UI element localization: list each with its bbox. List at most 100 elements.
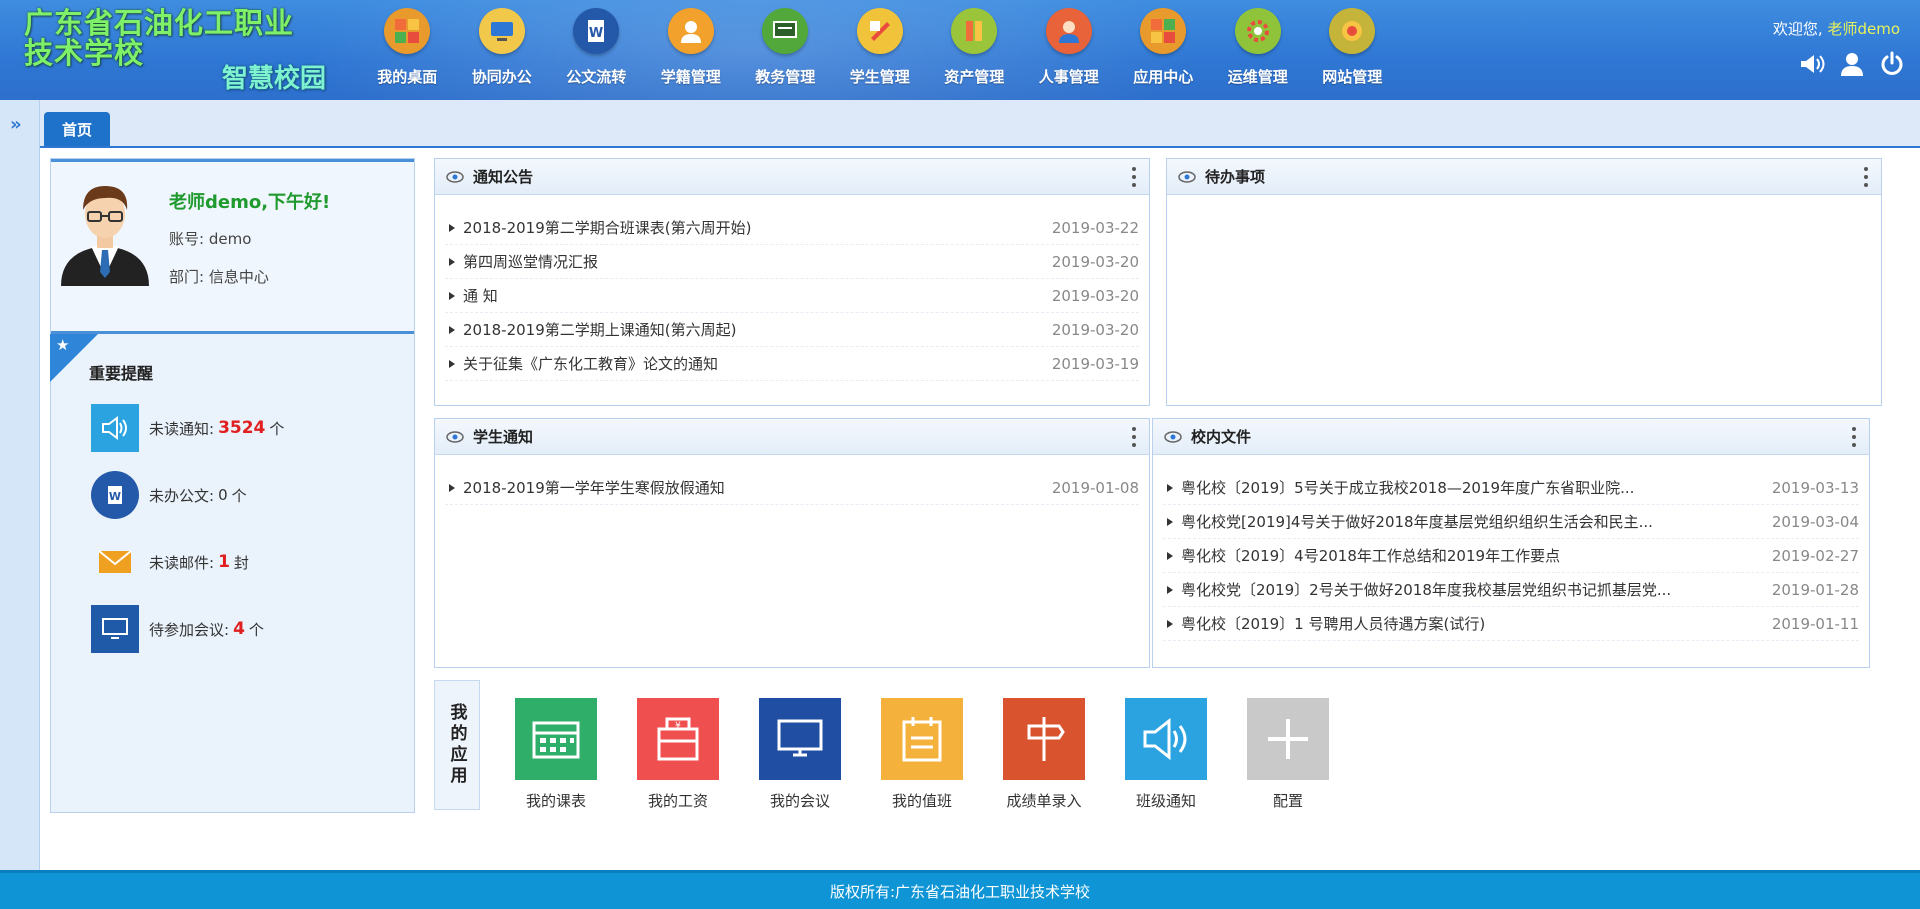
- nav-label: 我的桌面: [377, 68, 438, 86]
- reminder-item[interactable]: W 未办公文: 0 个: [91, 471, 247, 519]
- tab-home[interactable]: 首页: [44, 112, 110, 146]
- nav-item-2[interactable]: W 公文流转: [549, 8, 644, 98]
- nav-item-1[interactable]: 协同办公: [455, 8, 550, 98]
- teaching-icon: [762, 8, 809, 54]
- nav-item-0[interactable]: 我的桌面: [360, 8, 455, 98]
- list-item[interactable]: 粤化校〔2019〕5号关于成立我校2018—2019年度广东省职业院... 201…: [1163, 471, 1859, 505]
- item-title[interactable]: 通 知: [463, 285, 1042, 306]
- reminder-label: 待参加会议:: [149, 620, 230, 639]
- monitor-icon: [91, 605, 139, 653]
- nav-label: 协同办公: [471, 68, 532, 86]
- eye-icon: [445, 430, 465, 444]
- reminder-unit: 个: [269, 419, 285, 438]
- monitor-icon: [759, 698, 841, 780]
- wallet-icon: ¥: [637, 698, 719, 780]
- user-icon[interactable]: [1838, 50, 1866, 78]
- list-item[interactable]: 粤化校党[2019]4号关于做好2018年度基层党组织组织生活会和民主... 20…: [1163, 505, 1859, 539]
- reminder-count: 1: [218, 552, 230, 572]
- nav-item-3[interactable]: 学籍管理: [644, 8, 739, 98]
- power-icon[interactable]: [1878, 50, 1906, 78]
- list-item[interactable]: 关于征集《广东化工教育》论文的通知 2019-03-19: [445, 347, 1139, 381]
- nav-item-6[interactable]: 资产管理: [927, 8, 1022, 98]
- item-date: 2019-03-13: [1771, 478, 1859, 497]
- item-title[interactable]: 粤化校〔2019〕4号2018年工作总结和2019年工作要点: [1181, 545, 1762, 566]
- list-item[interactable]: 2018-2019第二学期上课通知(第六周起) 2019-03-20: [445, 313, 1139, 347]
- more-icon[interactable]: [1863, 167, 1869, 187]
- nav-label: 资产管理: [944, 68, 1005, 86]
- username[interactable]: 老师demo: [1827, 20, 1900, 38]
- item-title[interactable]: 2018-2019第二学期合班课表(第六周开始): [463, 217, 1042, 238]
- item-date: 2019-01-28: [1771, 580, 1859, 599]
- personnel-icon: [1045, 8, 1092, 54]
- reminder-item[interactable]: 未读通知: 3524 个: [91, 404, 284, 452]
- list-item[interactable]: 2018-2019第一学年学生寒假放假通知 2019-01-08: [445, 471, 1139, 505]
- panel-header: 学生通知: [435, 419, 1149, 455]
- nav-item-7[interactable]: 人事管理: [1022, 8, 1117, 98]
- app-tile-4[interactable]: 成绩单录入: [994, 698, 1094, 811]
- app-tile-5[interactable]: 班级通知: [1116, 698, 1216, 811]
- more-icon[interactable]: [1131, 427, 1137, 447]
- more-icon[interactable]: [1851, 427, 1857, 447]
- item-title[interactable]: 2018-2019第一学年学生寒假放假通知: [463, 477, 1042, 498]
- my-apps-label-text: 我的应用: [446, 703, 467, 787]
- item-date: 2019-03-20: [1051, 286, 1139, 305]
- reminder-label: 未读通知:: [149, 419, 215, 438]
- app-label: 我的课表: [525, 792, 586, 810]
- more-icon[interactable]: [1131, 167, 1137, 187]
- nav-item-8[interactable]: 应用中心: [1116, 8, 1211, 98]
- item-date: 2019-03-20: [1051, 252, 1139, 271]
- welcome-prefix: 欢迎您,: [1772, 20, 1823, 38]
- app-tile-0[interactable]: 我的课表: [506, 698, 606, 811]
- svg-text:W: W: [109, 490, 121, 503]
- maintenance-icon: [1234, 8, 1281, 54]
- item-title[interactable]: 第四周巡堂情况汇报: [463, 251, 1042, 272]
- signpost-icon: [1003, 698, 1085, 780]
- item-title[interactable]: 粤化校〔2019〕5号关于成立我校2018—2019年度广东省职业院...: [1181, 477, 1762, 498]
- nav-label: 人事管理: [1038, 68, 1099, 86]
- item-title[interactable]: 关于征集《广东化工教育》论文的通知: [463, 353, 1042, 374]
- account-value: demo: [208, 230, 252, 248]
- dept-row: 部门: 信息中心: [169, 266, 269, 287]
- nav-item-5[interactable]: 学生管理: [833, 8, 928, 98]
- item-title[interactable]: 粤化校党〔2019〕2号关于做好2018年度我校基层党组织书记抓基层党...: [1181, 579, 1762, 600]
- nav-label: 公文流转: [566, 68, 627, 86]
- mail-icon: [91, 538, 139, 586]
- list-item[interactable]: 粤化校〔2019〕4号2018年工作总结和2019年工作要点 2019-02-27: [1163, 539, 1859, 573]
- item-date: 2019-01-11: [1771, 614, 1859, 633]
- item-date: 2019-03-22: [1051, 218, 1139, 237]
- bullet-arrow-icon: [1167, 585, 1173, 594]
- app-tile-1[interactable]: ¥ 我的工资: [628, 698, 728, 811]
- reminder-item[interactable]: 未读邮件: 1 封: [91, 538, 249, 586]
- item-title[interactable]: 粤化校党[2019]4号关于做好2018年度基层党组织组织生活会和民主...: [1181, 511, 1762, 532]
- nav-label: 网站管理: [1322, 68, 1383, 86]
- list-item[interactable]: 第四周巡堂情况汇报 2019-03-20: [445, 245, 1139, 279]
- top-header: 广东省石油化工职业 技术学校 智慧校园 我的桌面 协同办公 W 公文流转 学籍管理 教务管…: [0, 0, 1920, 100]
- user-info: 老师demo,下午好! 账号: demo 部门: 信息中心: [51, 159, 414, 334]
- app-tile-2[interactable]: 我的会议: [750, 698, 850, 811]
- svg-text:W: W: [589, 26, 603, 41]
- reminder-item[interactable]: 待参加会议: 4 个: [91, 605, 264, 653]
- school-doc-list: 粤化校〔2019〕5号关于成立我校2018—2019年度广东省职业院... 201…: [1153, 455, 1869, 641]
- greeting: 老师demo,下午好!: [169, 192, 331, 213]
- list-item[interactable]: 粤化校党〔2019〕2号关于做好2018年度我校基层党组织书记抓基层党... 20…: [1163, 573, 1859, 607]
- reminder-label: 未读邮件:: [149, 553, 215, 572]
- app-label: 我的值班: [891, 792, 952, 810]
- nav-item-10[interactable]: 网站管理: [1305, 8, 1400, 98]
- announcement-icon[interactable]: [1798, 50, 1826, 78]
- nav-item-9[interactable]: 运维管理: [1211, 8, 1306, 98]
- reminders: ★ 重要提醒 未读通知: 3524 个 W 未办公文: 0 个未读邮件: 1 封待参加会议: 4 个: [50, 334, 414, 804]
- item-title[interactable]: 2018-2019第二学期上课通知(第六周起): [463, 319, 1042, 340]
- app-tile-3[interactable]: 我的值班: [872, 698, 972, 811]
- app-tile-6[interactable]: 配置: [1238, 698, 1338, 811]
- expand-sidebar-icon[interactable]: »: [10, 114, 22, 135]
- item-title[interactable]: 粤化校〔2019〕1 号聘用人员待遇方案(试行): [1181, 613, 1762, 634]
- main-nav: 我的桌面 协同办公 W 公文流转 学籍管理 教务管理 学生管理 资产管理 人事管理 应用中心 运维管…: [360, 8, 1400, 98]
- list-item[interactable]: 2018-2019第二学期合班课表(第六周开始) 2019-03-22: [445, 211, 1139, 245]
- plus-icon: [1247, 698, 1329, 780]
- list-item[interactable]: 粤化校〔2019〕1 号聘用人员待遇方案(试行) 2019-01-11: [1163, 607, 1859, 641]
- speaker-icon: [91, 404, 139, 452]
- nav-item-4[interactable]: 教务管理: [738, 8, 833, 98]
- document-icon: W: [573, 8, 620, 54]
- list-item[interactable]: 通 知 2019-03-20: [445, 279, 1139, 313]
- document-icon: W: [91, 471, 139, 519]
